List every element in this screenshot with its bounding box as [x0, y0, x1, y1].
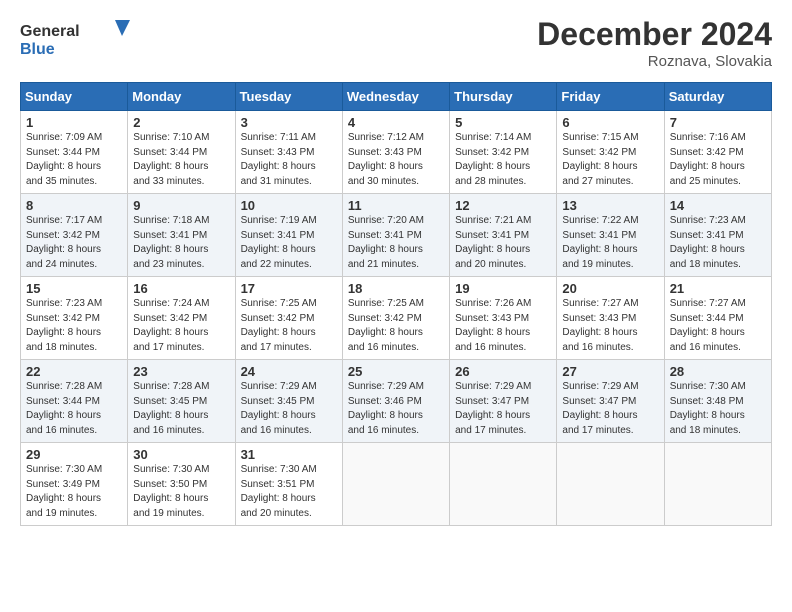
empty-cell — [450, 443, 557, 526]
list-item: 23 Sunrise: 7:28 AMSunset: 3:45 PMDaylig… — [128, 360, 235, 443]
list-item: 1 Sunrise: 7:09 AMSunset: 3:44 PMDayligh… — [21, 111, 128, 194]
col-friday: Friday — [557, 83, 664, 111]
list-item: 11 Sunrise: 7:20 AMSunset: 3:41 PMDaylig… — [342, 194, 449, 277]
list-item: 4 Sunrise: 7:12 AMSunset: 3:43 PMDayligh… — [342, 111, 449, 194]
list-item: 7 Sunrise: 7:16 AMSunset: 3:42 PMDayligh… — [664, 111, 771, 194]
list-item: 18 Sunrise: 7:25 AMSunset: 3:42 PMDaylig… — [342, 277, 449, 360]
list-item: 24 Sunrise: 7:29 AMSunset: 3:45 PMDaylig… — [235, 360, 342, 443]
svg-text:General: General — [20, 23, 80, 40]
list-item: 12 Sunrise: 7:21 AMSunset: 3:41 PMDaylig… — [450, 194, 557, 277]
table-row: 29 Sunrise: 7:30 AMSunset: 3:49 PMDaylig… — [21, 443, 772, 526]
list-item: 19 Sunrise: 7:26 AMSunset: 3:43 PMDaylig… — [450, 277, 557, 360]
list-item: 10 Sunrise: 7:19 AMSunset: 3:41 PMDaylig… — [235, 194, 342, 277]
table-row: 8 Sunrise: 7:17 AMSunset: 3:42 PMDayligh… — [21, 194, 772, 277]
logo-icon: General Blue — [20, 16, 140, 60]
list-item: 31 Sunrise: 7:30 AMSunset: 3:51 PMDaylig… — [235, 443, 342, 526]
calendar-page: General Blue December 2024 Roznava, Slov… — [0, 0, 792, 538]
empty-cell — [664, 443, 771, 526]
list-item: 13 Sunrise: 7:22 AMSunset: 3:41 PMDaylig… — [557, 194, 664, 277]
col-monday: Monday — [128, 83, 235, 111]
table-row: 15 Sunrise: 7:23 AMSunset: 3:42 PMDaylig… — [21, 277, 772, 360]
header: General Blue December 2024 Roznava, Slov… — [20, 16, 772, 70]
col-thursday: Thursday — [450, 83, 557, 111]
list-item: 15 Sunrise: 7:23 AMSunset: 3:42 PMDaylig… — [21, 277, 128, 360]
list-item: 9 Sunrise: 7:18 AMSunset: 3:41 PMDayligh… — [128, 194, 235, 277]
list-item: 3 Sunrise: 7:11 AMSunset: 3:43 PMDayligh… — [235, 111, 342, 194]
month-title: December 2024 — [537, 16, 772, 53]
list-item: 14 Sunrise: 7:23 AMSunset: 3:41 PMDaylig… — [664, 194, 771, 277]
list-item: 22 Sunrise: 7:28 AMSunset: 3:44 PMDaylig… — [21, 360, 128, 443]
list-item: 26 Sunrise: 7:29 AMSunset: 3:47 PMDaylig… — [450, 360, 557, 443]
empty-cell — [342, 443, 449, 526]
table-row: 22 Sunrise: 7:28 AMSunset: 3:44 PMDaylig… — [21, 360, 772, 443]
list-item: 16 Sunrise: 7:24 AMSunset: 3:42 PMDaylig… — [128, 277, 235, 360]
col-wednesday: Wednesday — [342, 83, 449, 111]
col-sunday: Sunday — [21, 83, 128, 111]
location: Roznava, Slovakia — [537, 53, 772, 70]
list-item: 2 Sunrise: 7:10 AMSunset: 3:44 PMDayligh… — [128, 111, 235, 194]
list-item: 5 Sunrise: 7:14 AMSunset: 3:42 PMDayligh… — [450, 111, 557, 194]
list-item: 20 Sunrise: 7:27 AMSunset: 3:43 PMDaylig… — [557, 277, 664, 360]
svg-text:Blue: Blue — [20, 41, 55, 58]
calendar-table: Sunday Monday Tuesday Wednesday Thursday… — [20, 82, 772, 526]
col-saturday: Saturday — [664, 83, 771, 111]
list-item: 27 Sunrise: 7:29 AMSunset: 3:47 PMDaylig… — [557, 360, 664, 443]
list-item: 25 Sunrise: 7:29 AMSunset: 3:46 PMDaylig… — [342, 360, 449, 443]
title-block: December 2024 Roznava, Slovakia — [537, 16, 772, 70]
col-tuesday: Tuesday — [235, 83, 342, 111]
list-item: 30 Sunrise: 7:30 AMSunset: 3:50 PMDaylig… — [128, 443, 235, 526]
list-item: 21 Sunrise: 7:27 AMSunset: 3:44 PMDaylig… — [664, 277, 771, 360]
list-item: 6 Sunrise: 7:15 AMSunset: 3:42 PMDayligh… — [557, 111, 664, 194]
header-row: Sunday Monday Tuesday Wednesday Thursday… — [21, 83, 772, 111]
list-item: 28 Sunrise: 7:30 AMSunset: 3:48 PMDaylig… — [664, 360, 771, 443]
table-row: 1 Sunrise: 7:09 AMSunset: 3:44 PMDayligh… — [21, 111, 772, 194]
logo: General Blue — [20, 16, 140, 60]
list-item: 17 Sunrise: 7:25 AMSunset: 3:42 PMDaylig… — [235, 277, 342, 360]
list-item: 8 Sunrise: 7:17 AMSunset: 3:42 PMDayligh… — [21, 194, 128, 277]
list-item: 29 Sunrise: 7:30 AMSunset: 3:49 PMDaylig… — [21, 443, 128, 526]
empty-cell — [557, 443, 664, 526]
